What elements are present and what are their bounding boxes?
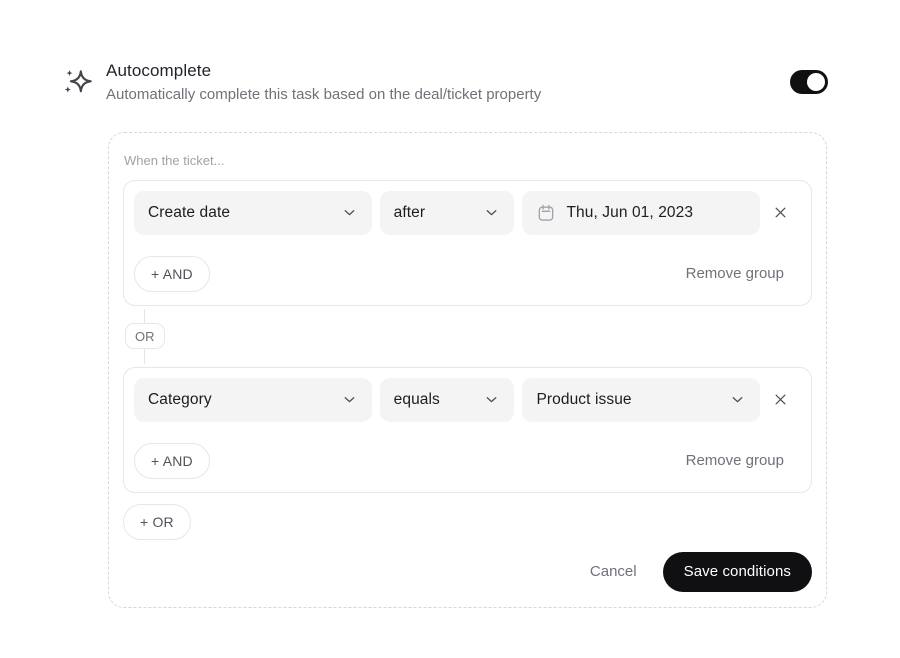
or-connector: OR (123, 306, 812, 367)
date-value: Thu, Jun 01, 2023 (566, 203, 694, 221)
remove-group-button[interactable]: Remove group (686, 265, 784, 282)
page-subtitle: Automatically complete this task based o… (106, 86, 542, 104)
property-select-value: Create date (148, 203, 231, 221)
chevron-down-icon (483, 391, 500, 408)
close-icon (771, 390, 790, 409)
chevron-down-icon (729, 391, 746, 408)
add-or-row: + OR (123, 503, 812, 540)
chevron-down-icon (341, 204, 358, 221)
cancel-button[interactable]: Cancel (590, 563, 637, 580)
condition-group-2: Category equals Product issue + AND Remo… (123, 366, 812, 493)
remove-group-button[interactable]: Remove group (686, 452, 784, 469)
or-connector-badge: OR (125, 323, 165, 350)
page-title: Autocomplete (106, 61, 212, 80)
condition-group-1: Create date after Thu, Jun 01, 2023 + AN… (123, 179, 812, 306)
remove-condition-button[interactable] (768, 201, 792, 225)
add-or-group-button[interactable]: + OR (123, 503, 191, 540)
value-select[interactable]: Product issue (522, 377, 761, 422)
add-and-condition-button[interactable]: + AND (134, 442, 210, 479)
property-select-value: Category (148, 390, 212, 408)
value-select-value: Product issue (536, 390, 632, 408)
condition-row: Create date after Thu, Jun 01, 2023 (134, 190, 801, 235)
autocomplete-toggle[interactable] (790, 70, 828, 95)
operator-select[interactable]: after (379, 190, 515, 235)
header-text: Autocomplete Automatically complete this… (106, 60, 780, 105)
chevron-down-icon (341, 391, 358, 408)
autocomplete-header: Autocomplete Automatically complete this… (60, 60, 828, 105)
intro-label: When the ticket... (124, 152, 225, 168)
add-and-condition-button[interactable]: + AND (134, 255, 210, 292)
property-select[interactable]: Create date (134, 190, 372, 235)
toggle-knob (807, 73, 825, 92)
group-actions: + AND Remove group (134, 442, 801, 479)
remove-condition-button[interactable] (768, 388, 792, 412)
sparkles-icon (60, 64, 96, 100)
condition-builder: When the ticket... Create date after Thu… (108, 131, 827, 608)
operator-select[interactable]: equals (379, 377, 515, 422)
close-icon (771, 203, 790, 222)
save-conditions-button[interactable]: Save conditions (662, 551, 812, 592)
date-value-input[interactable]: Thu, Jun 01, 2023 (522, 190, 761, 235)
chevron-down-icon (483, 204, 500, 221)
group-actions: + AND Remove group (134, 255, 801, 292)
builder-footer: Cancel Save conditions (123, 551, 812, 592)
property-select[interactable]: Category (134, 377, 372, 422)
operator-select-value: equals (393, 390, 440, 408)
condition-row: Category equals Product issue (134, 377, 801, 422)
calendar-icon (536, 203, 556, 223)
operator-select-value: after (393, 203, 426, 221)
